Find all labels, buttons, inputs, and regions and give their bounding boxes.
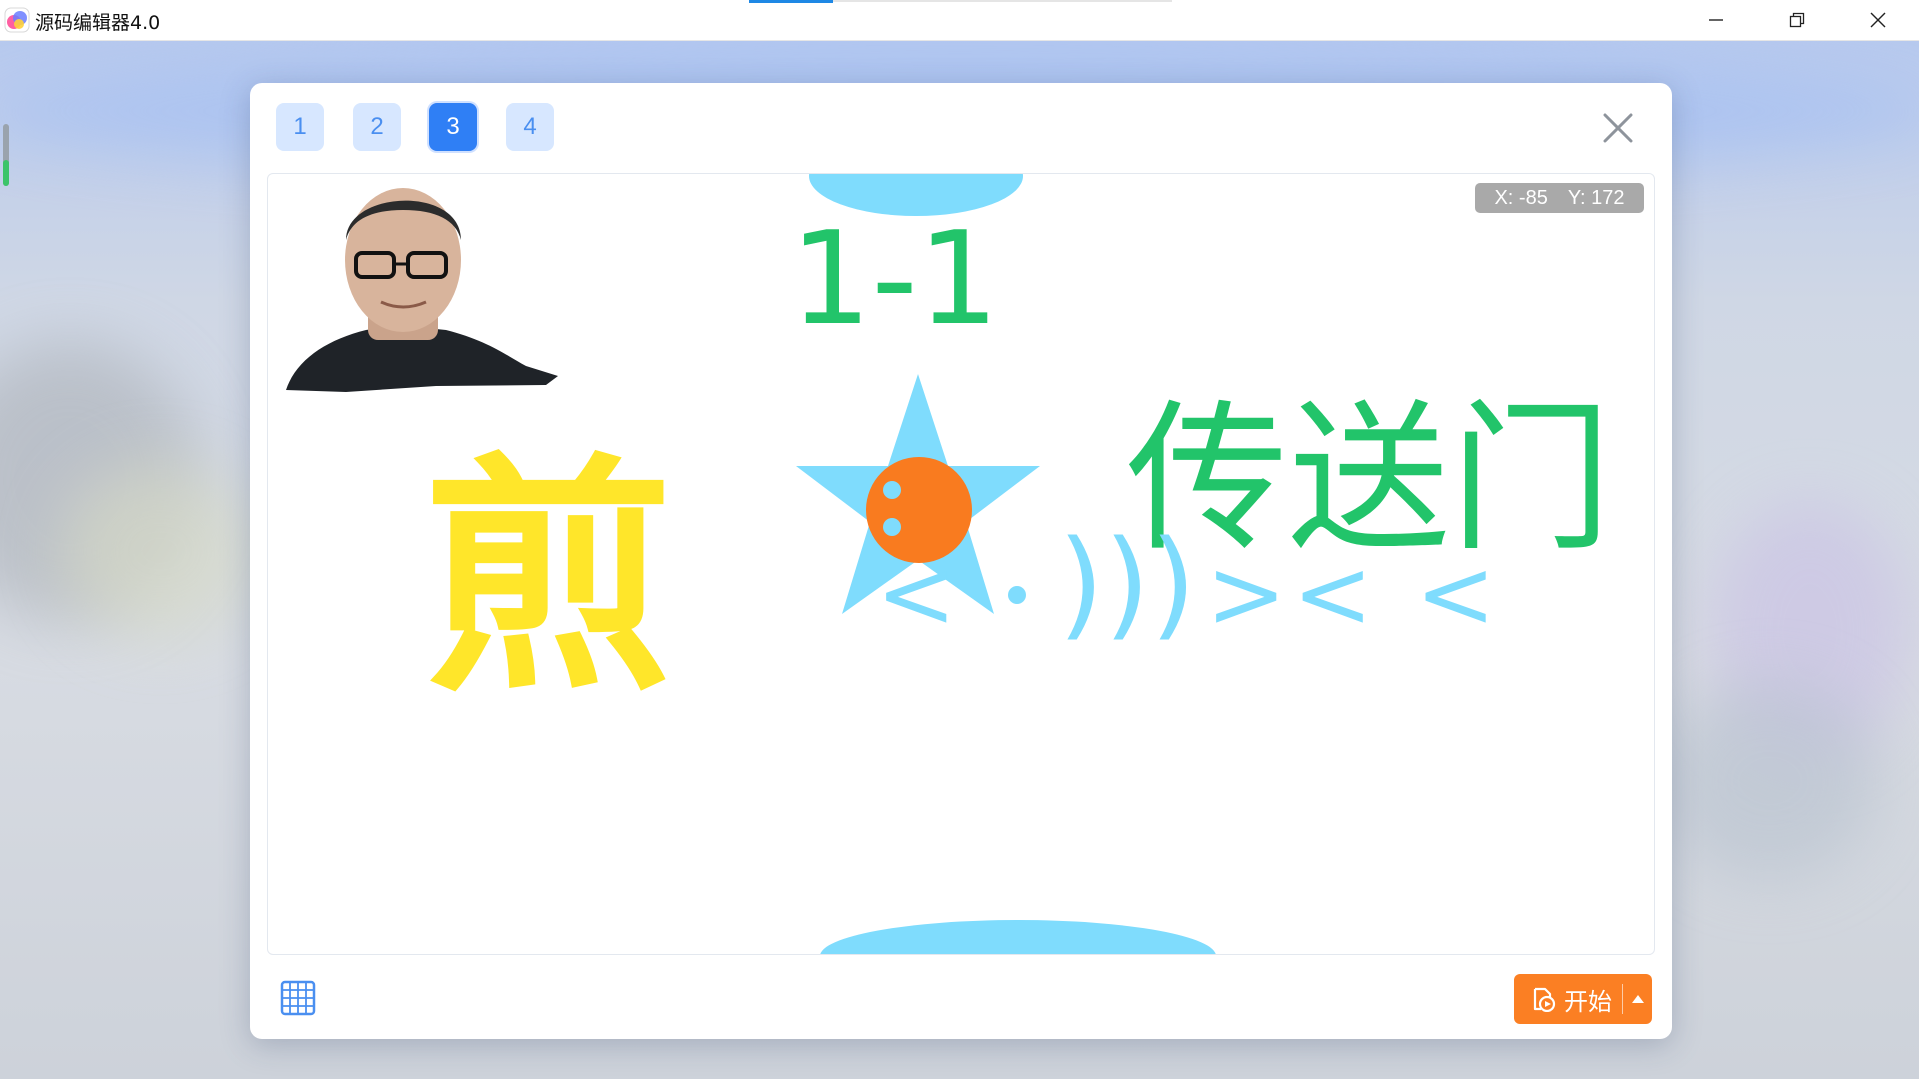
arrows-text[interactable]: >< < — [1206, 546, 1502, 642]
dot-sprite[interactable] — [1006, 584, 1028, 606]
waves-text[interactable]: ))) — [1058, 524, 1196, 642]
start-button-label: 开始 — [1564, 987, 1612, 1016]
bottom-platform-sprite[interactable] — [818, 910, 1218, 955]
level-title-text[interactable]: 1-1 — [790, 216, 999, 344]
scene-tab-4[interactable]: 4 — [506, 103, 554, 151]
scene-tab-2[interactable]: 2 — [353, 103, 401, 151]
window-close-button[interactable] — [1848, 0, 1908, 40]
restore-icon — [1789, 12, 1805, 28]
window-title: 源码编辑器4.0 — [35, 12, 161, 34]
restore-button[interactable] — [1767, 0, 1827, 40]
close-icon — [1870, 12, 1886, 28]
side-slider-fill — [3, 160, 9, 186]
grid-icon[interactable] — [280, 980, 316, 1016]
fry-character-text[interactable]: 煎 — [423, 454, 673, 704]
titlebar-tab-track — [833, 0, 1172, 2]
avatar-photo-sprite[interactable] — [286, 180, 558, 394]
caret-up-icon — [1631, 995, 1644, 1003]
close-icon[interactable] — [1600, 110, 1636, 146]
play-file-icon — [1533, 987, 1556, 1012]
scene-tab-1[interactable]: 1 — [276, 103, 324, 151]
minimize-button[interactable] — [1686, 0, 1746, 40]
coord-y-label: Y: 172 — [1567, 186, 1625, 209]
start-button-main[interactable]: 开始 — [1514, 974, 1622, 1024]
scene-tab-3[interactable]: 3 — [429, 103, 477, 151]
titlebar-tab-indicator — [749, 0, 833, 3]
coord-x-label: X: -85 — [1494, 186, 1548, 209]
portal-text[interactable]: 传送门 — [1126, 399, 1612, 561]
start-dropdown-button[interactable] — [1623, 974, 1652, 1024]
start-button[interactable]: 开始 — [1514, 974, 1652, 1024]
app-logo-icon — [4, 7, 30, 33]
mouse-coordinates-badge: X: -85 Y: 172 — [1475, 183, 1644, 213]
left-arrow-text[interactable]: < — [876, 546, 956, 642]
stage-canvas[interactable]: 1-1 煎 传送门 < ))) >< < X: -85 Y: 172 — [267, 173, 1655, 955]
window-titlebar: 源码编辑器4.0 — [0, 0, 1919, 41]
stage-preview-dialog: 1 2 3 4 1-1 煎 传送门 <))) >< < X: -85 Y: 1… — [250, 83, 1672, 1039]
minimize-icon — [1709, 19, 1723, 21]
